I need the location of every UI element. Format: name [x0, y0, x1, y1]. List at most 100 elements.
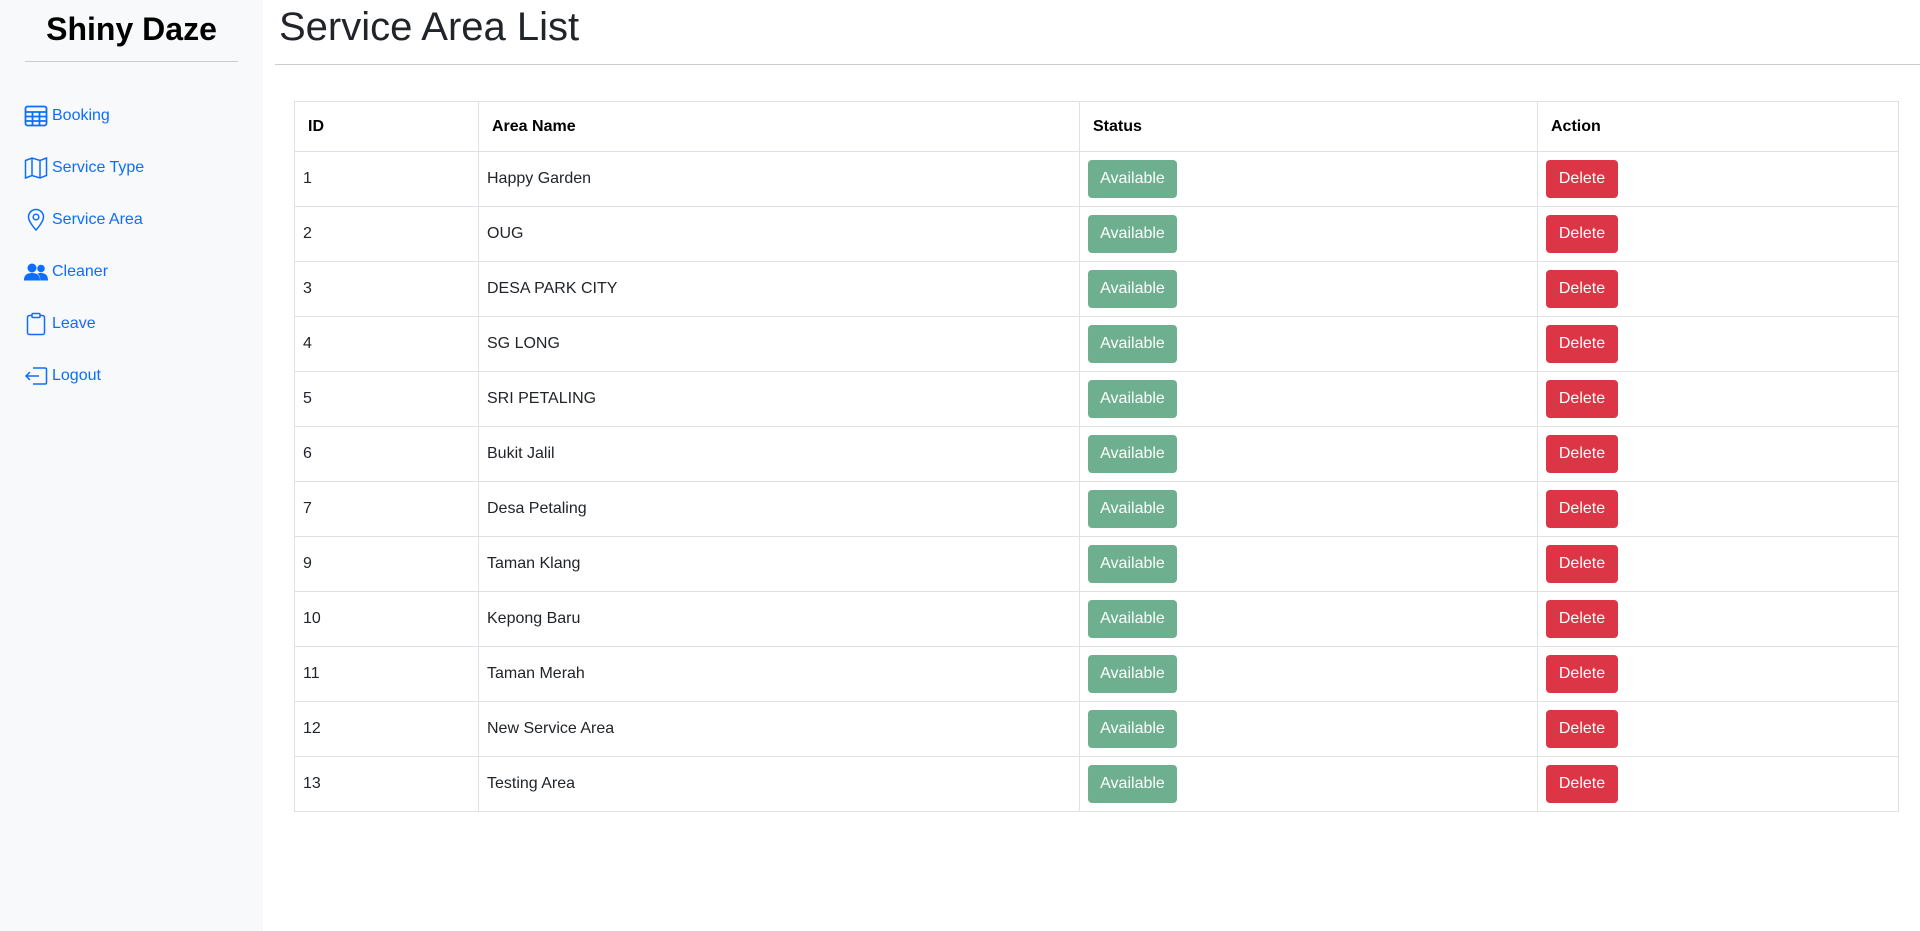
area-id: 4: [294, 316, 479, 372]
available-button[interactable]: Available: [1088, 160, 1177, 198]
table-row: 12 New Service Area Available Delete: [294, 701, 1899, 757]
delete-button[interactable]: Delete: [1546, 215, 1618, 253]
column-header-id: ID: [294, 101, 479, 152]
available-button[interactable]: Available: [1088, 710, 1177, 748]
delete-button[interactable]: Delete: [1546, 325, 1618, 363]
sidebar-item-booking[interactable]: Booking: [24, 90, 254, 142]
status-cell: Available: [1079, 646, 1538, 702]
delete-button[interactable]: Delete: [1546, 545, 1618, 583]
area-id: 10: [294, 591, 479, 647]
service-area-table: ID Area Name Status Action 1 Happy Garde…: [294, 101, 1899, 812]
action-cell: Delete: [1537, 261, 1899, 317]
area-name: OUG: [478, 206, 1080, 262]
action-cell: Delete: [1537, 536, 1899, 592]
sidebar-item-label: Logout: [52, 367, 101, 384]
table-row: 1 Happy Garden Available Delete: [294, 151, 1899, 207]
status-cell: Available: [1079, 261, 1538, 317]
table-row: 2 OUG Available Delete: [294, 206, 1899, 262]
action-cell: Delete: [1537, 426, 1899, 482]
area-id: 11: [294, 646, 479, 702]
delete-button[interactable]: Delete: [1546, 270, 1618, 308]
available-button[interactable]: Available: [1088, 765, 1177, 803]
sidebar-item-leave[interactable]: Leave: [24, 298, 254, 350]
page-header: Service Area List: [275, 0, 1920, 65]
area-name: Testing Area: [478, 756, 1080, 812]
available-button[interactable]: Available: [1088, 655, 1177, 693]
area-id: 9: [294, 536, 479, 592]
available-button[interactable]: Available: [1088, 215, 1177, 253]
action-cell: Delete: [1537, 591, 1899, 647]
area-id: 2: [294, 206, 479, 262]
status-cell: Available: [1079, 756, 1538, 812]
delete-button[interactable]: Delete: [1546, 380, 1618, 418]
table-row: 6 Bukit Jalil Available Delete: [294, 426, 1899, 482]
sidebar-item-service-type[interactable]: Service Type: [24, 142, 254, 194]
status-cell: Available: [1079, 426, 1538, 482]
area-id: 1: [294, 151, 479, 207]
area-id: 13: [294, 756, 479, 812]
sidebar-item-cleaner[interactable]: Cleaner: [24, 246, 254, 298]
column-header-status: Status: [1079, 101, 1538, 152]
map-icon: [24, 156, 52, 180]
action-cell: Delete: [1537, 206, 1899, 262]
area-id: 7: [294, 481, 479, 537]
area-id: 12: [294, 701, 479, 757]
sidebar-item-label: Cleaner: [52, 263, 109, 280]
table-row: 10 Kepong Baru Available Delete: [294, 591, 1899, 647]
sidebar-item-logout[interactable]: Logout: [24, 350, 254, 402]
action-cell: Delete: [1537, 481, 1899, 537]
page-title: Service Area List: [279, 5, 580, 49]
table-row: 11 Taman Merah Available Delete: [294, 646, 1899, 702]
area-name: Desa Petaling: [478, 481, 1080, 537]
delete-button[interactable]: Delete: [1546, 160, 1618, 198]
available-button[interactable]: Available: [1088, 325, 1177, 363]
table-icon: [24, 104, 52, 128]
sidebar-item-service-area[interactable]: Service Area: [24, 194, 254, 246]
sidebar: Shiny Daze Booking Service Type Service …: [0, 0, 263, 931]
column-header-area-name: Area Name: [478, 101, 1080, 152]
available-button[interactable]: Available: [1088, 270, 1177, 308]
map-pin-icon: [24, 208, 52, 232]
table-row: 3 DESA PARK CITY Available Delete: [294, 261, 1899, 317]
delete-button[interactable]: Delete: [1546, 435, 1618, 473]
action-cell: Delete: [1537, 371, 1899, 427]
delete-button[interactable]: Delete: [1546, 710, 1618, 748]
status-cell: Available: [1079, 536, 1538, 592]
delete-button[interactable]: Delete: [1546, 655, 1618, 693]
available-button[interactable]: Available: [1088, 545, 1177, 583]
available-button[interactable]: Available: [1088, 435, 1177, 473]
area-name: Taman Klang: [478, 536, 1080, 592]
table-row: 7 Desa Petaling Available Delete: [294, 481, 1899, 537]
area-name: Bukit Jalil: [478, 426, 1080, 482]
table-row: 13 Testing Area Available Delete: [294, 756, 1899, 812]
action-cell: Delete: [1537, 151, 1899, 207]
status-cell: Available: [1079, 206, 1538, 262]
available-button[interactable]: Available: [1088, 600, 1177, 638]
area-name: New Service Area: [478, 701, 1080, 757]
status-cell: Available: [1079, 591, 1538, 647]
area-id: 5: [294, 371, 479, 427]
area-name: Happy Garden: [478, 151, 1080, 207]
area-name: DESA PARK CITY: [478, 261, 1080, 317]
sidebar-item-label: Leave: [52, 315, 96, 332]
table-row: 4 SG LONG Available Delete: [294, 316, 1899, 372]
available-button[interactable]: Available: [1088, 380, 1177, 418]
logout-icon: [24, 364, 52, 388]
sidebar-nav: Booking Service Type Service Area Cleane…: [24, 90, 254, 402]
area-name: SG LONG: [478, 316, 1080, 372]
status-cell: Available: [1079, 481, 1538, 537]
status-cell: Available: [1079, 316, 1538, 372]
area-name: Kepong Baru: [478, 591, 1080, 647]
status-cell: Available: [1079, 151, 1538, 207]
delete-button[interactable]: Delete: [1546, 600, 1618, 638]
available-button[interactable]: Available: [1088, 490, 1177, 528]
area-name: SRI PETALING: [478, 371, 1080, 427]
action-cell: Delete: [1537, 756, 1899, 812]
delete-button[interactable]: Delete: [1546, 765, 1618, 803]
column-header-action: Action: [1537, 101, 1899, 152]
action-cell: Delete: [1537, 646, 1899, 702]
table-row: 9 Taman Klang Available Delete: [294, 536, 1899, 592]
table-row: 5 SRI PETALING Available Delete: [294, 371, 1899, 427]
delete-button[interactable]: Delete: [1546, 490, 1618, 528]
brand-title: Shiny Daze: [25, 0, 238, 62]
